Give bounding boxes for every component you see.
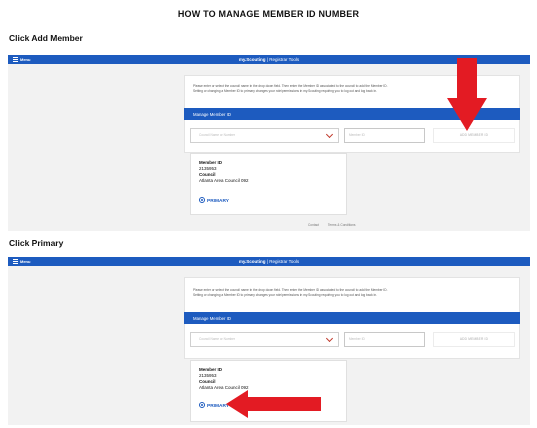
member-id-value: 2135953 [199,373,217,378]
brand-section: | Registrar Tools [266,258,300,264]
member-id-input[interactable]: Member ID [344,332,425,347]
council-select[interactable]: Council Name or Number [190,332,339,347]
screenshot-add-member: Menu my.Scouting | Registrar Tools Pleas… [8,55,530,231]
member-id-label: Member ID [199,160,223,165]
member-id-placeholder: Member ID [349,337,365,341]
member-id-label: Member ID [199,367,223,372]
section-header: Manage Member ID [184,312,520,324]
app-brand: my.Scouting | Registrar Tools [8,259,530,264]
primary-button[interactable]: PRIMARY [199,197,229,204]
screenshot-click-primary: Menu my.Scouting | Registrar Tools Pleas… [8,257,530,425]
add-member-id-label: ADD MEMBER ID [459,337,489,341]
radio-icon [199,402,205,408]
member-id-value: 2135953 [199,166,217,171]
council-placeholder: Council Name or Number [199,133,235,137]
step-label-add-member: Click Add Member [9,33,83,43]
section-title: Manage Member ID [193,315,231,321]
footer-links: Contact Terms & Conditions [308,223,363,227]
top-navigation-bar: Menu my.Scouting | Registrar Tools [8,257,530,266]
add-member-id-label: ADD MEMBER ID [459,133,489,137]
footer-link-contact[interactable]: Contact [308,223,319,227]
member-id-input[interactable]: Member ID [344,128,425,143]
council-select[interactable]: Council Name or Number [190,128,339,143]
document-title: HOW TO MANAGE MEMBER ID NUMBER [177,9,360,19]
brand-section: | Registrar Tools [266,56,300,62]
member-id-placeholder: Member ID [349,133,365,137]
add-member-id-button[interactable]: ADD MEMBER ID [433,332,515,347]
instructions-line-2: Setting or changing a Member ID to prima… [193,292,378,297]
council-label: Council [199,379,216,384]
council-value: Atlanta Area Council 092 [199,178,249,183]
footer-link-terms[interactable]: Terms & Conditions [328,223,356,227]
council-label: Council [199,172,216,177]
brand-name: my.Scouting [238,258,266,264]
council-placeholder: Council Name or Number [199,337,235,341]
member-id-card: Member ID 2135953 Council Atlanta Area C… [190,153,347,215]
primary-button[interactable]: PRIMARY [199,402,229,409]
section-title: Manage Member ID [193,111,231,117]
chevron-down-icon [325,334,334,343]
step-label-click-primary: Click Primary [9,238,64,248]
instructions-text: Please enter or select the council name … [193,288,513,297]
radio-icon [199,197,205,203]
pointer-arrow-left [226,390,321,418]
pointer-arrow-down [447,58,487,131]
primary-label: PRIMARY [207,199,229,204]
chevron-down-icon [325,130,334,139]
brand-name: my.Scouting [238,56,266,62]
